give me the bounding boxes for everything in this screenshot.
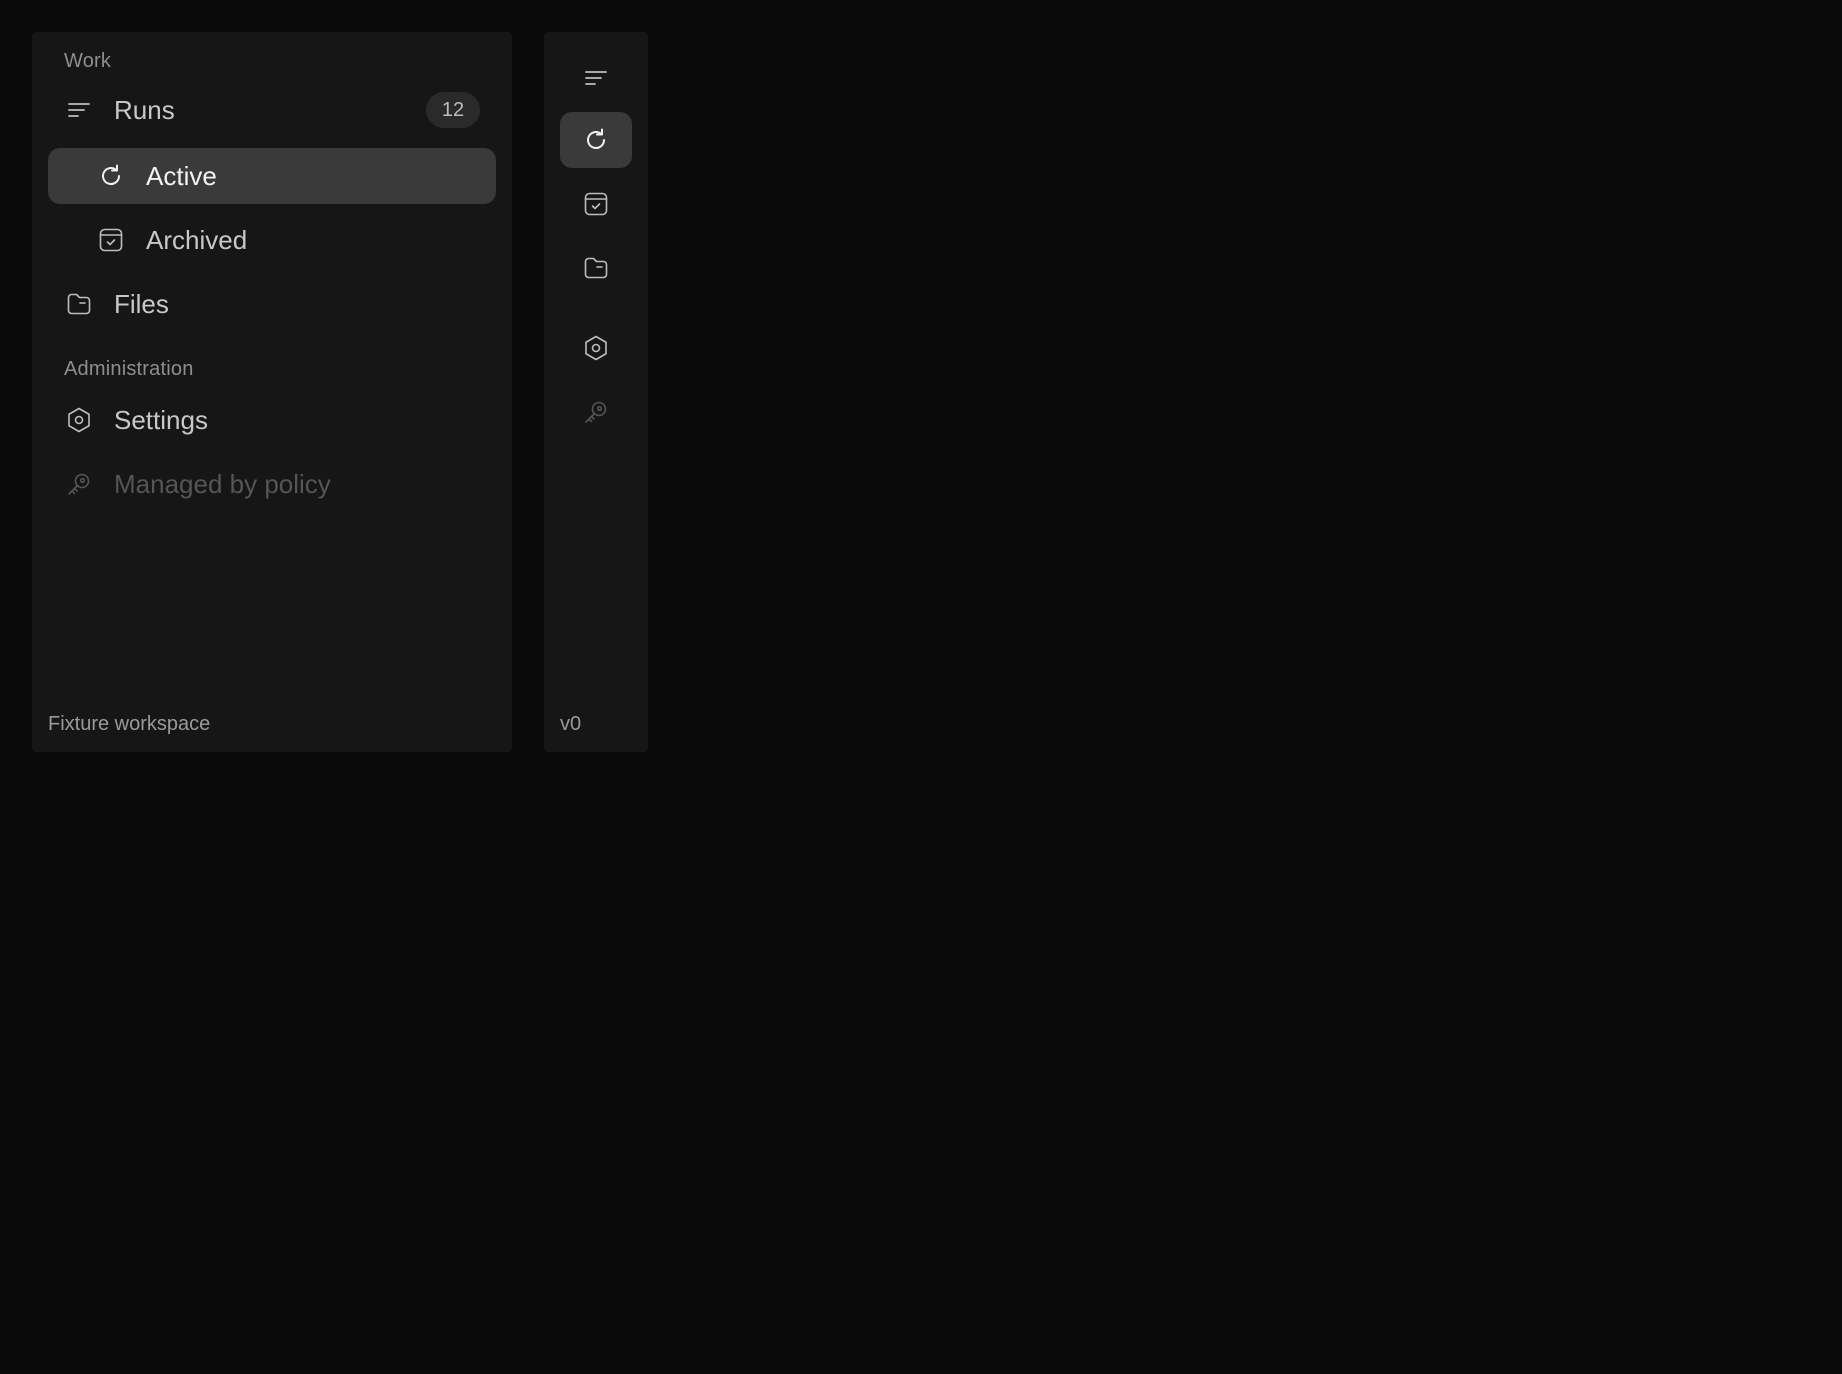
key-icon [64, 469, 94, 499]
sidebar-expanded: Work Runs 12 Active Archived Files Admin… [32, 32, 512, 752]
sidebar-item-files[interactable]: Files [48, 276, 496, 332]
sidebar-collapsed-rail: v0 [544, 32, 648, 752]
filter-lines-icon [585, 71, 607, 85]
version-label: v0 [560, 713, 582, 735]
refresh-icon [96, 161, 126, 191]
filter-lines-icon [64, 95, 94, 125]
sidebar-item-runs[interactable]: Runs 12 [48, 82, 496, 138]
folder-icon [584, 257, 608, 279]
section-label-administration: Administration [64, 358, 194, 380]
section-label-work: Work [64, 50, 112, 72]
runs-count-badge: 12 [426, 92, 480, 128]
sidebar-item-label: Archived [146, 224, 248, 255]
rail-item-files[interactable] [560, 240, 632, 296]
sidebar-item-archived[interactable]: Archived [48, 212, 496, 268]
rail-item-settings[interactable] [560, 320, 632, 376]
hexagon-gear-icon [64, 405, 94, 435]
sidebar-item-label: Active [146, 160, 217, 191]
rail-item-active[interactable] [560, 112, 632, 168]
sidebar-item-label: Runs [114, 94, 175, 125]
folder-icon [64, 289, 94, 319]
sidebar-item-managed-by-policy: Managed by policy [48, 456, 496, 512]
rail-item-runs[interactable] [560, 50, 632, 106]
refresh-icon [587, 128, 605, 149]
workspace-name: Fixture workspace [48, 713, 211, 735]
archive-box-icon [96, 225, 126, 255]
sidebar-item-settings[interactable]: Settings [48, 392, 496, 448]
sidebar-item-label: Managed by policy [114, 468, 331, 499]
sidebar-item-label: Settings [114, 404, 208, 435]
archive-box-icon [584, 192, 608, 216]
sidebar-item-active[interactable]: Active [48, 148, 496, 204]
rail-item-managed-by-policy [560, 384, 632, 440]
rail-item-archived[interactable] [560, 176, 632, 232]
key-icon [585, 401, 607, 423]
sidebar-item-label: Files [114, 288, 169, 319]
hexagon-gear-icon [585, 335, 607, 361]
